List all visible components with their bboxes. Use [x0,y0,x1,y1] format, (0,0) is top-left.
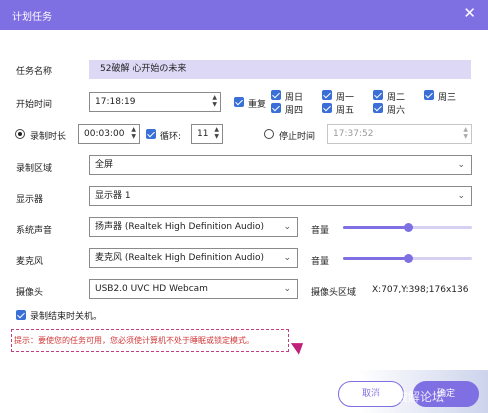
cancel-button[interactable]: 取消 [338,381,404,407]
start-time-label: 开始时间 [16,100,53,110]
mic-volume-label: 音量 [311,257,330,267]
day-tue-checkbox[interactable] [373,90,383,100]
day-sun-checkbox[interactable] [271,90,281,100]
duration-radio[interactable] [15,129,25,139]
loop-count-value: 11 [197,129,209,139]
camera-select[interactable]: USB2.0 UVC HD Webcam ⌄ [89,279,298,299]
duration-value: 00:03:00 [84,129,125,139]
camera-label: 摄像头 [16,288,44,298]
stop-time-value: 17:37:52 [333,129,374,139]
region-label: 录制区域 [16,164,53,174]
mouse-cursor-icon [290,337,308,355]
repeat-checkbox[interactable] [234,97,244,107]
display-select[interactable]: 显示器 1 ⌄ [89,186,472,206]
camera-region-label: 摄像头区域 [311,288,357,298]
stop-time-label: 停止时间 [279,132,316,142]
day-thu-checkbox[interactable] [271,103,281,113]
day-thu-label: 周四 [285,106,304,116]
loop-checkbox[interactable] [146,129,156,139]
dialog-title: 计划任务 [12,12,52,23]
microphone-select[interactable]: 麦克风 (Realtek High Definition Audio) ⌄ [89,248,298,268]
ok-button[interactable]: 确定 [413,381,479,407]
system-audio-label: 系统声音 [16,226,53,236]
mic-volume-knob[interactable] [403,254,413,263]
day-mon-checkbox[interactable] [322,90,332,100]
system-volume-label: 音量 [311,226,330,236]
chevron-down-icon: ⌄ [283,253,291,263]
camera-region-value: X:707,Y:398;176x136 [372,285,469,295]
day-sun-label: 周日 [285,93,304,103]
display-value: 显示器 1 [95,191,131,201]
duration-spinner[interactable]: ▲ ▼ [131,126,136,140]
title-bar: 计划任务 ✕ [0,0,488,30]
task-name-label: 任务名称 [16,67,53,77]
camera-value: USB2.0 UVC HD Webcam [95,284,208,294]
stop-time-spinner[interactable]: ▲ ▼ [463,126,468,140]
mic-volume-fill [343,257,408,260]
start-time-spinner[interactable]: ▲ ▼ [212,94,217,108]
chevron-down-icon: ⌄ [457,160,465,170]
microphone-value: 麦克风 (Realtek High Definition Audio) [95,253,264,263]
loop-label: 循环: [160,132,182,142]
day-sat-label: 周六 [387,106,406,116]
task-name-field[interactable]: 52破解 心开始の未来 [89,60,471,79]
chevron-down-icon: ⌄ [283,222,291,232]
start-time-value: 17:18:19 [95,97,136,107]
mic-volume-slider[interactable] [343,254,472,263]
day-fri-checkbox[interactable] [322,103,332,113]
day-wed-label: 周三 [438,93,457,103]
region-select[interactable]: 全屏 ⌄ [89,155,472,175]
day-mon-label: 周一 [336,93,355,103]
chevron-down-icon: ⌄ [457,191,465,201]
close-icon[interactable]: ✕ [463,6,476,21]
system-audio-value: 扬声器 (Realtek High Definition Audio) [95,222,264,232]
day-wed-checkbox[interactable] [424,90,434,100]
microphone-label: 麦克风 [16,257,44,267]
loop-count-spinner[interactable]: ▲ ▼ [214,126,219,140]
duration-label: 录制时长 [30,132,67,142]
repeat-label: 重复 [248,100,267,110]
hint-message: 提示：要使您的任务可用，您必须使计算机不处于睡眠或锁定模式。 [11,329,289,352]
system-volume-fill [343,226,408,229]
duration-input[interactable]: 00:03:00 ▲ ▼ [78,124,140,144]
region-value: 全屏 [95,160,114,170]
day-tue-label: 周二 [387,93,406,103]
shutdown-label: 录制结束时关机。 [30,312,103,322]
chevron-down-icon: ⌄ [283,284,291,294]
display-label: 显示器 [16,195,44,205]
start-time-input[interactable]: 17:18:19 ▲ ▼ [89,92,221,112]
system-audio-select[interactable]: 扬声器 (Realtek High Definition Audio) ⌄ [89,217,298,237]
shutdown-checkbox[interactable] [16,310,26,320]
loop-count-input[interactable]: 11 ▲ ▼ [191,124,223,144]
day-sat-checkbox[interactable] [373,103,383,113]
stop-time-radio[interactable] [264,129,274,139]
system-volume-knob[interactable] [403,223,413,232]
day-fri-label: 周五 [336,106,355,116]
stop-time-input[interactable]: 17:37:52 ▲ ▼ [327,124,472,144]
system-volume-slider[interactable] [343,223,472,232]
